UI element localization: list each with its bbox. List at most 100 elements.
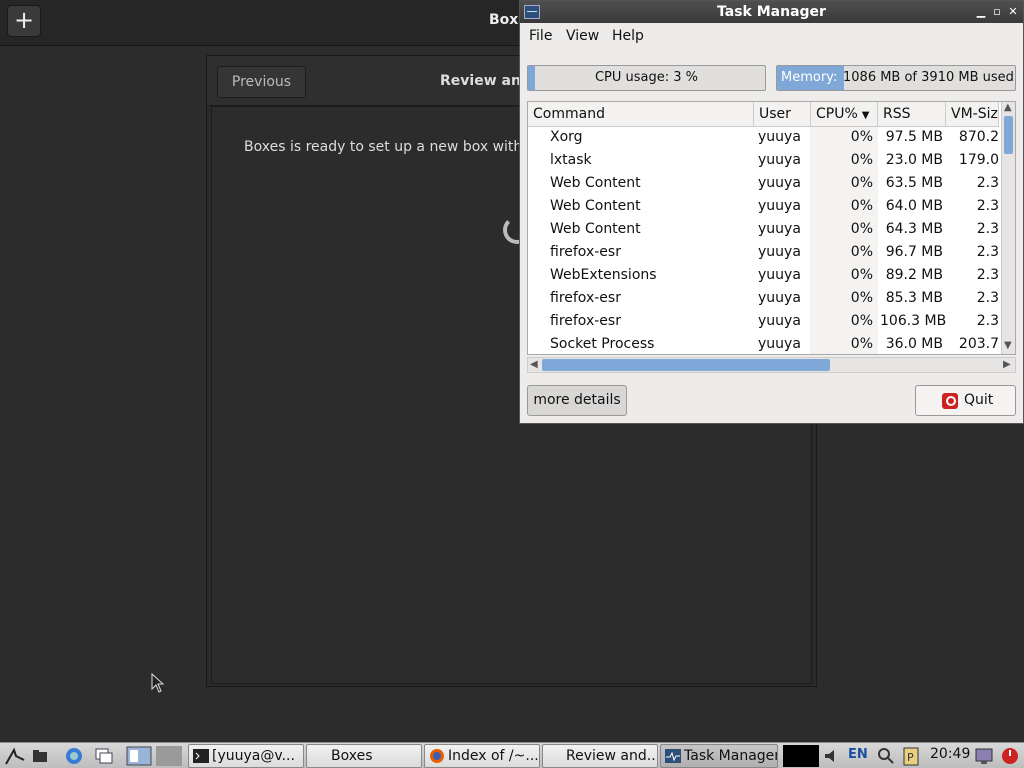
terminal-icon [193,748,209,764]
process-user: yuuya [758,152,801,168]
process-vm-size: 2.3 [976,313,999,329]
table-row[interactable]: Xorg yuuya 0% 97.5 MB 870.2 [528,127,999,150]
table-row[interactable]: firefox-esr yuuya 0% 106.3 MB 2.3 [528,311,999,334]
column-rss[interactable]: RSS [878,102,946,127]
volume-icon[interactable] [822,746,842,766]
task-firefox-label: Index of /~... [448,748,539,764]
workspace-pager-icon[interactable] [126,746,152,766]
mouse-cursor-icon [151,673,165,693]
task-manager-titlebar[interactable]: Task Manager ▁ ▫ ✕ [520,1,1023,23]
column-command[interactable]: Command [528,102,754,127]
previous-button[interactable]: Previous [217,66,306,98]
menu-view[interactable]: View [566,28,599,44]
table-row[interactable]: firefox-esr yuuya 0% 96.7 MB 2.3 [528,242,999,265]
process-cpu: 0% [850,152,873,168]
column-cpu-label: CPU% [816,106,858,122]
column-user[interactable]: User [754,102,811,127]
table-header: Command User CPU% ▼ RSS VM-Siz [528,102,999,127]
process-rss: 63.5 MB [885,175,943,191]
start-menu-icon[interactable] [4,746,25,766]
process-command: lxtask [550,152,592,168]
vertical-scrollbar[interactable]: ▲ ▼ [1001,102,1015,354]
task-manager-icon [665,748,681,764]
menu-help[interactable]: Help [612,28,644,44]
process-cpu: 0% [850,221,873,237]
scroll-up-icon[interactable]: ▲ [1004,102,1012,113]
scroll-down-icon[interactable]: ▼ [1004,340,1012,351]
more-details-button[interactable]: more details [527,385,627,416]
task-terminal[interactable]: [yuuya@v... [188,744,304,768]
wizard-page-title: Review an [440,73,521,89]
web-browser-icon[interactable] [64,746,84,766]
process-vm-size: 2.3 [976,221,999,237]
process-rss: 36.0 MB [885,336,943,352]
process-rss: 96.7 MB [885,244,943,260]
logout-icon[interactable] [1000,746,1020,766]
memory-value: 1086 MB of 3910 MB used [843,70,1014,85]
process-cpu: 0% [850,336,873,352]
minimize-icon[interactable]: ▁ [974,5,988,19]
process-user: yuuya [758,221,801,237]
process-vm-size: 2.3 [976,244,999,260]
process-command: Xorg [550,129,583,145]
menu-bar: File View Help [520,23,1023,49]
process-command: WebExtensions [550,267,657,283]
process-user: yuuya [758,244,801,260]
process-vm-size: 203.7 [958,336,999,352]
table-row[interactable]: Web Content yuuya 0% 63.5 MB 2.3 [528,173,999,196]
scroll-right-icon[interactable]: ▶ [1003,359,1011,370]
task-review-label: Review and... [566,748,658,764]
process-user: yuuya [758,336,801,352]
table-row[interactable]: Web Content yuuya 0% 64.3 MB 2.3 [528,219,999,242]
process-cpu: 0% [850,267,873,283]
process-command: firefox-esr [550,313,621,329]
memory-usage-bar: Memory: 1086 MB of 3910 MB used [776,65,1016,91]
task-review[interactable]: Review and... [542,744,658,768]
process-rss: 85.3 MB [885,290,943,306]
table-row[interactable]: WebExtensions yuuya 0% 89.2 MB 2.3 [528,265,999,288]
boxes-window-title: Box [489,12,519,28]
clipboard-icon[interactable]: P [901,746,921,766]
keyboard-layout-indicator[interactable]: EN [848,747,868,762]
scroll-left-icon[interactable]: ◀ [530,359,538,370]
menu-file[interactable]: File [529,28,552,44]
quit-label: Quit [964,392,994,408]
wizard-message: Boxes is ready to set up a new box with … [244,139,542,155]
show-desktop-icon[interactable] [94,746,114,766]
horizontal-scroll-thumb[interactable] [542,359,830,371]
workspace-pager-2-icon[interactable] [156,746,182,766]
table-row[interactable]: Web Content yuuya 0% 64.0 MB 2.3 [528,196,999,219]
vertical-scroll-thumb[interactable] [1004,116,1013,154]
process-user: yuuya [758,267,801,283]
clock[interactable]: 20:49 [930,746,970,762]
process-cpu: 0% [850,244,873,260]
column-vm-size[interactable]: VM-Siz [946,102,999,127]
process-rss: 89.2 MB [885,267,943,283]
process-cpu: 0% [850,313,873,329]
tray-blank-area [783,745,819,767]
new-box-button[interactable]: + [7,5,41,37]
process-user: yuuya [758,290,801,306]
table-row[interactable]: firefox-esr yuuya 0% 85.3 MB 2.3 [528,288,999,311]
task-firefox[interactable]: Index of /~... [424,744,540,768]
column-cpu[interactable]: CPU% ▼ [811,102,878,127]
maximize-icon[interactable]: ▫ [990,5,1004,19]
sort-chevron-down-icon: ▼ [861,110,870,121]
quit-button[interactable]: Quit [915,385,1016,416]
task-boxes[interactable]: Boxes [306,744,422,768]
task-task-manager[interactable]: Task Manager [660,744,778,768]
horizontal-scrollbar[interactable]: ◀ ▶ [527,357,1016,373]
process-command: Web Content [550,198,641,214]
process-command: firefox-esr [550,244,621,260]
search-icon[interactable] [876,746,896,766]
close-icon[interactable]: ✕ [1006,5,1020,19]
task-terminal-label: [yuuya@v... [212,748,295,764]
table-row[interactable]: Socket Process yuuya 0% 36.0 MB 203.7 [528,334,999,354]
task-boxes-label: Boxes [331,748,373,764]
file-manager-icon[interactable] [30,746,50,766]
table-row[interactable]: lxtask yuuya 0% 23.0 MB 179.0 [528,150,999,173]
process-command: Web Content [550,175,641,191]
process-rss: 23.0 MB [885,152,943,168]
lock-screen-icon[interactable] [974,746,994,766]
process-cpu: 0% [850,198,873,214]
